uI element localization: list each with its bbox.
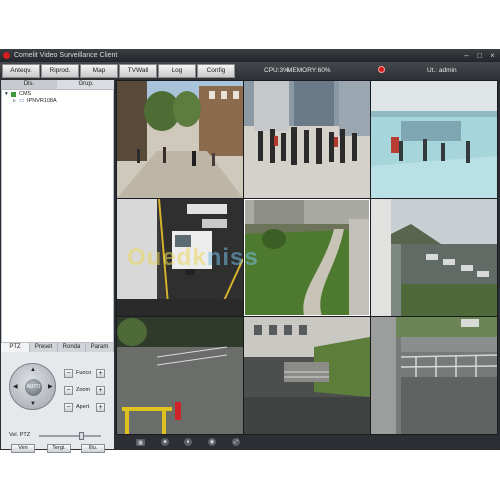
tree-expand-icon[interactable]: ▾ [5, 91, 8, 98]
stop-all-icon[interactable]: ■ [161, 438, 169, 446]
ptz-joystick[interactable]: ▲ ▼ ◀ ▶ AUTO [9, 363, 56, 410]
arrow-up-icon[interactable]: ▲ [30, 367, 36, 373]
watermark-part-1: Ouedk [127, 244, 207, 271]
playback-button[interactable]: Riprod. [41, 64, 79, 78]
ptz-speed-label: Vel. PTZ [9, 432, 31, 438]
zoom-minus-button[interactable]: − [64, 386, 73, 395]
record-all-icon[interactable]: ◉ [208, 438, 216, 446]
iris-minus-button[interactable]: − [64, 403, 73, 412]
cpu-status: CPU:3% [264, 67, 289, 74]
zoom-plus-button[interactable]: + [96, 386, 105, 395]
arrow-down-icon[interactable]: ▼ [30, 401, 36, 407]
maximize-icon[interactable]: □ [475, 51, 484, 60]
map-button[interactable]: Map [80, 64, 118, 78]
ptz-panel: PTZ Preset Ronda Param ▲ ▼ ◀ ▶ AUTO − Fu… [1, 343, 114, 453]
watermark-part-2: niss [206, 244, 259, 271]
tab-ptz[interactable]: PTZ [1, 343, 30, 352]
tree-collapse-icon[interactable]: ▹ [13, 98, 16, 105]
camera-tile-1[interactable] [117, 81, 243, 198]
config-button[interactable]: Config [197, 64, 235, 78]
tab-param[interactable]: Param [86, 343, 114, 352]
tab-ronda[interactable]: Ronda [58, 343, 86, 352]
iris-label: Apert [76, 404, 90, 410]
window-title: Comelit Video Surveillance Client [14, 52, 118, 59]
iris-plus-button[interactable]: + [96, 403, 105, 412]
camera-tile-6[interactable] [371, 199, 497, 316]
fullscreen-icon[interactable]: ⤢ [232, 438, 240, 446]
main-toolbar: Anteqv. Riprod. Map TVWall Log Config CP… [0, 62, 500, 80]
layout-grid-icon[interactable]: ▦ [136, 439, 145, 446]
light-button[interactable]: Illu. [81, 444, 105, 453]
close-icon[interactable]: × [488, 51, 497, 60]
camera-tile-3[interactable] [371, 81, 497, 198]
tree-item-cms[interactable]: CMS [19, 91, 31, 98]
tab-devices[interactable]: Dis. [1, 80, 57, 89]
wiper-button[interactable]: Ven [11, 444, 35, 453]
camera-tile-2[interactable] [244, 81, 370, 198]
snapshot-icon[interactable]: ● [184, 438, 192, 446]
ptz-tabs: PTZ Preset Ronda Param [1, 343, 114, 352]
tree-item-nvr[interactable]: IPNVR108A [27, 98, 57, 105]
app-logo-icon [3, 52, 10, 59]
tab-groups[interactable]: Grup. [58, 80, 114, 89]
record-icon[interactable] [378, 66, 385, 73]
minimize-icon[interactable]: – [462, 51, 471, 60]
server-icon [11, 92, 16, 97]
ptz-speed-slider[interactable] [39, 432, 101, 440]
nvr-icon: ▭ [19, 98, 25, 104]
watermark: Ouedkniss [127, 244, 259, 272]
focus-minus-button[interactable]: − [64, 369, 73, 378]
heater-button[interactable]: Tergi. [47, 444, 71, 453]
tab-preset[interactable]: Preset [30, 343, 58, 352]
device-tree: ▾ CMS ▹ ▭ IPNVR108A [1, 89, 114, 343]
ptz-auto-button[interactable]: AUTO [25, 379, 42, 396]
camera-tile-9[interactable] [371, 317, 497, 434]
camera-tile-7[interactable] [117, 317, 243, 434]
arrow-left-icon[interactable]: ◀ [13, 384, 18, 390]
arrow-right-icon[interactable]: ▶ [48, 384, 53, 390]
focus-label: Fuoco [76, 370, 92, 376]
playback-control-bar: ▦ ■ ● ◉ ⤢ [116, 435, 498, 449]
camera-tile-8[interactable] [244, 317, 370, 434]
ptz-speed-slider-knob[interactable] [78, 432, 84, 440]
left-panel: Dis. Grup. ▾ CMS ▹ ▭ IPNVR108A PTZ Prese… [1, 80, 114, 453]
user-status: Ut.: admin [427, 67, 457, 74]
log-button[interactable]: Log [158, 64, 196, 78]
title-bar: Comelit Video Surveillance Client – □ × [0, 49, 500, 62]
live-view-button[interactable]: Anteqv. [2, 64, 40, 78]
focus-plus-button[interactable]: + [96, 369, 105, 378]
memory-status: MEMORY:60% [287, 67, 331, 74]
zoom-label: Zoom [76, 387, 91, 393]
camera-tile-5[interactable] [244, 199, 370, 316]
tvwall-button[interactable]: TVWall [119, 64, 157, 78]
device-tabs: Dis. Grup. [1, 80, 114, 89]
